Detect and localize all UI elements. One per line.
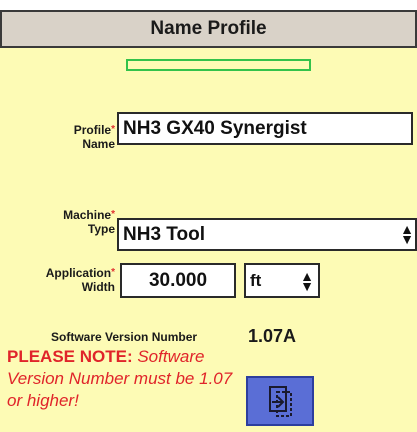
- required-mark: *: [111, 267, 115, 278]
- profile-name-field[interactable]: NH3 GX40 Synergist: [117, 112, 413, 145]
- profile-name-label-line1: Profile: [73, 123, 112, 137]
- note-prefix: PLEASE NOTE:: [7, 347, 133, 366]
- machine-type-spinner-icon[interactable]: ▲ ▼: [400, 222, 414, 246]
- page-forward-icon: [269, 386, 292, 417]
- application-width-label: Application* Width: [25, 266, 115, 294]
- profile-name-label: Profile* Name: [30, 123, 115, 151]
- version-note: PLEASE NOTE: Software Version Number mus…: [7, 346, 237, 412]
- profile-name-label-line2: Name: [82, 137, 115, 151]
- machine-type-label-line1: Machine: [63, 208, 112, 222]
- application-width-label-line1: Application: [45, 266, 112, 280]
- application-width-input[interactable]: 30.000: [120, 263, 236, 298]
- required-mark: *: [111, 124, 115, 135]
- width-unit-spinner-icon[interactable]: ▲ ▼: [300, 269, 314, 293]
- application-width-label-line2: Width: [81, 280, 115, 294]
- machine-type-value: NH3 Tool: [123, 224, 205, 245]
- width-unit-value: ft: [250, 271, 262, 290]
- software-version-label: Software Version Number: [51, 330, 198, 344]
- page-title: Name Profile: [0, 10, 417, 48]
- machine-type-label: Machine* Type: [30, 208, 115, 236]
- software-version-value: 1.07A: [248, 326, 297, 346]
- machine-type-select[interactable]: NH3 Tool: [117, 218, 417, 251]
- next-page-button[interactable]: [246, 376, 314, 426]
- progress-indicator: [126, 59, 311, 71]
- machine-type-label-line2: Type: [87, 222, 115, 236]
- top-strip: [0, 0, 417, 10]
- required-mark: *: [111, 209, 115, 220]
